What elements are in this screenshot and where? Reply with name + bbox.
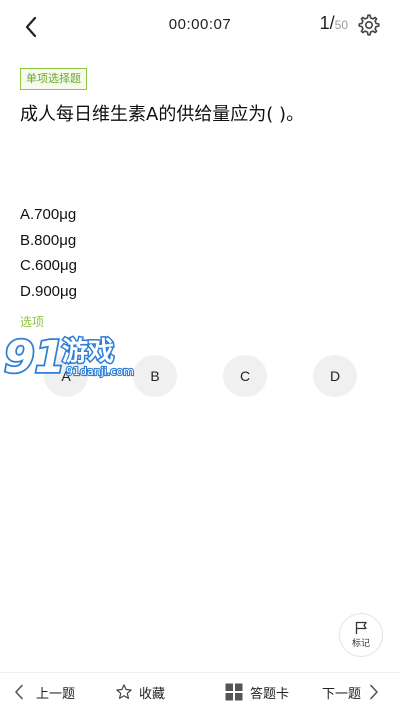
next-question-label: 下一题 xyxy=(322,686,362,702)
answer-button-b[interactable]: B xyxy=(133,355,177,397)
previous-question-button[interactable]: 上一题 xyxy=(14,681,75,703)
option-text-b: B.800μg xyxy=(20,231,77,249)
answer-choices: A B C D xyxy=(0,355,400,397)
progress-current: 1 xyxy=(319,13,330,33)
answer-button-c[interactable]: C xyxy=(223,355,267,397)
question-progress: 1/50 xyxy=(320,13,348,34)
chevron-right-icon xyxy=(370,684,378,700)
chevron-left-icon xyxy=(15,684,23,700)
favorite-button[interactable]: 收藏 xyxy=(115,681,165,703)
option-text-c: C.600μg xyxy=(20,257,78,274)
answer-card-label: 答题卡 xyxy=(250,686,290,702)
answer-section-label: 选项 xyxy=(20,315,45,329)
mark-label: 标记 xyxy=(351,639,370,649)
progress-total: 50 xyxy=(334,18,348,32)
quiz-screen: 00:00:07 1/50 单项选择题 成人每日维生素A的供给量应为( )。 A… xyxy=(0,0,400,710)
option-text-a: A.700μg xyxy=(20,206,77,223)
header: 00:00:07 1/50 xyxy=(0,0,400,52)
previous-question-label: 上一题 xyxy=(36,686,76,702)
flag-icon xyxy=(355,621,367,634)
star-icon xyxy=(116,684,132,699)
gear-icon xyxy=(358,14,380,36)
settings-button[interactable] xyxy=(356,12,382,38)
bottom-nav-bar: 上一题 收藏 答题卡 下一题 xyxy=(0,672,400,710)
answer-button-d[interactable]: D xyxy=(313,355,357,397)
mark-button[interactable]: 标记 xyxy=(339,613,383,657)
answer-card-button[interactable]: 答题卡 xyxy=(225,681,289,703)
question-type-badge: 单项选择题 xyxy=(20,68,87,90)
answer-button-a[interactable]: A xyxy=(44,355,88,397)
favorite-label: 收藏 xyxy=(139,686,166,702)
option-text-d: D.900μg xyxy=(20,282,78,300)
next-question-button[interactable]: 下一题 xyxy=(322,681,379,703)
grid-icon xyxy=(225,683,243,701)
options-list: A.700μg B.800μg C.600μg D.900μg xyxy=(20,202,380,304)
question-text: 成人每日维生素A的供给量应为( )。 xyxy=(20,104,305,125)
